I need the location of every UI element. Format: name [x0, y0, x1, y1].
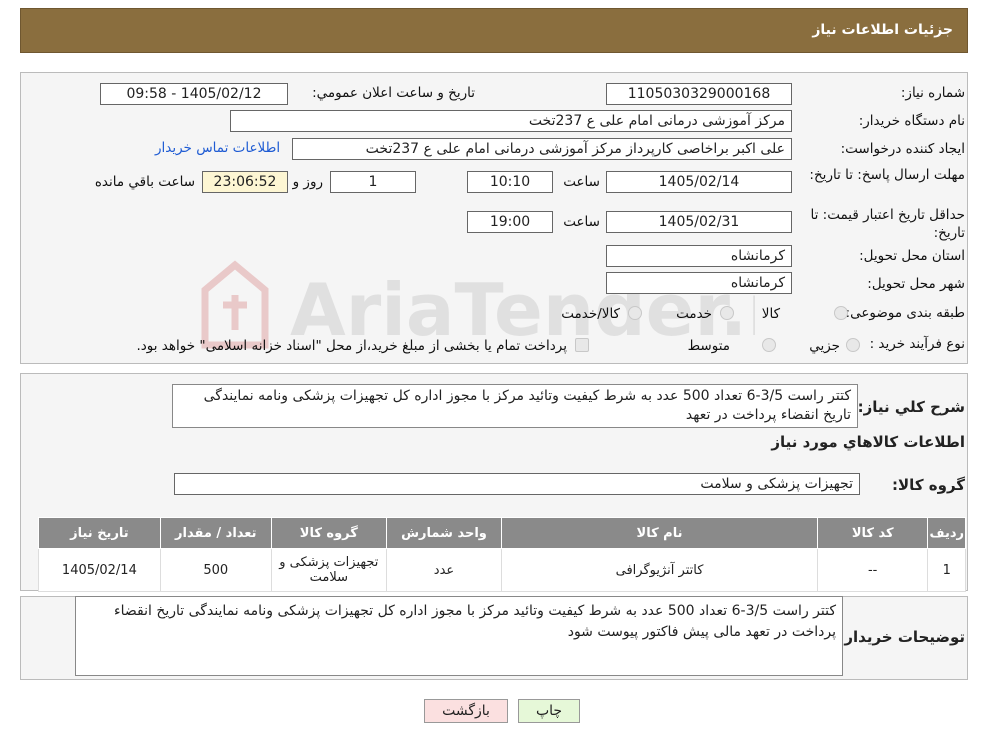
reply-deadline-label: مهلت ارسال پاسخ: تا تاريخ: — [795, 165, 965, 185]
city-label: شهر محل تحويل: — [867, 276, 965, 292]
need-number-field: 1105030329000168 — [606, 83, 792, 105]
cell-group: تجهیزات پزشکی و سلامت — [270, 548, 387, 592]
goods-group-label: گروه کالا: — [892, 476, 965, 494]
announce-field: 1405/02/12 - 09:58 — [100, 83, 288, 105]
price-date-field: 1405/02/31 — [606, 211, 792, 233]
cell-date: 1405/02/14 — [38, 548, 161, 592]
purchase-radio-minor[interactable] — [846, 338, 860, 352]
print-button[interactable]: چاپ — [518, 699, 580, 723]
col-date: تاريخ نياز — [38, 517, 161, 549]
city-field: کرمانشاه — [606, 272, 792, 294]
purchase-note: پرداخت تمام يا بخشی از مبلغ خريد،از محل … — [136, 338, 567, 354]
remaining-label: ساعت باقي مانده — [94, 174, 195, 190]
category-radio-service[interactable] — [720, 306, 734, 320]
col-unit: واحد شمارش — [385, 517, 503, 549]
announce-label: تاریخ و ساعت اعلان عمومي: — [312, 85, 475, 101]
description-text: کتتر راست 3/5-6 تعداد 500 عدد به شرط کیف… — [172, 384, 858, 428]
creator-field: علی اکبر براخاصی کارپرداز مرکز آموزشی در… — [292, 138, 792, 160]
description-label: شرح کلي نياز: — [857, 398, 965, 416]
province-field: کرمانشاه — [606, 245, 792, 267]
purchase-option-medium: متوسط — [687, 338, 730, 354]
contact-buyer-link[interactable]: اطلاعات تماس خريدار — [155, 140, 280, 156]
category-radio-goods-service[interactable] — [628, 306, 642, 320]
table-header-row: رديف کد کالا نام کالا واحد شمارش گروه کا… — [38, 517, 966, 549]
price-validity-label: حداقل تاريخ اعتبار قيمت: تا تاريخ: — [795, 206, 965, 242]
reply-deadline-label-text: مهلت ارسال پاسخ: تا تاريخ: — [809, 167, 965, 183]
cell-name: کاتتر آنژیوگرافی — [501, 548, 818, 592]
category-option-goods: کالا — [761, 306, 780, 322]
days-label: روز و — [292, 174, 323, 190]
reply-time-label: ساعت — [563, 174, 600, 190]
days-field: 1 — [330, 171, 416, 193]
back-button[interactable]: بازگشت — [424, 699, 508, 723]
remaining-time-field: 23:06:52 — [202, 171, 288, 193]
col-row: رديف — [927, 517, 966, 549]
category-option-service: خدمت — [676, 306, 712, 322]
col-group: گروه کالا — [270, 517, 387, 549]
col-name: نام کالا — [501, 517, 818, 549]
reply-time-field: 10:10 — [467, 171, 553, 193]
cell-code: -- — [816, 548, 929, 592]
buyer-notes-text: کتتر راست 3/5-6 تعداد 500 عدد به شرط کیف… — [75, 596, 843, 676]
need-number-label: شماره نیاز: — [900, 85, 965, 101]
reply-date-field: 1405/02/14 — [606, 171, 792, 193]
goods-group-field: تجهیزات پزشکی و سلامت — [174, 473, 860, 495]
price-time-label: ساعت — [563, 214, 600, 230]
purchase-type-label: نوع فرآيند خريد : — [869, 336, 965, 352]
buyer-org-field: مرکز آموزشی درمانی امام علی ع 237تخت — [230, 110, 792, 132]
buyer-notes-label: توضيحات خريدار: — [838, 628, 965, 646]
page-title: جزئیات اطلاعات نیاز — [812, 22, 953, 38]
cell-unit: عدد — [385, 548, 503, 592]
goods-table: رديف کد کالا نام کالا واحد شمارش گروه کا… — [38, 517, 966, 592]
category-label: طبقه بندی موضوعی: — [845, 305, 965, 321]
table-row: 1 -- کاتتر آنژیوگرافی عدد تجهیزات پزشکی … — [38, 548, 966, 592]
purchase-note-checkbox[interactable] — [575, 338, 589, 352]
buyer-org-label: نام دستگاه خريدار: — [858, 113, 965, 129]
cell-qty: 500 — [159, 548, 272, 592]
category-option-goods-service: کالا/خدمت — [561, 306, 620, 322]
price-time-field: 19:00 — [467, 211, 553, 233]
goods-section-title: اطلاعات کالاهاي مورد نياز — [771, 433, 965, 451]
page-header: جزئیات اطلاعات نیاز — [20, 8, 968, 53]
cell-row: 1 — [927, 548, 966, 592]
creator-label: ايجاد کننده درخواست: — [840, 141, 965, 157]
purchase-option-minor: جزيي — [809, 338, 840, 354]
price-validity-label-text: حداقل تاريخ اعتبار قيمت: تا تاريخ: — [810, 207, 965, 241]
category-radio-goods[interactable] — [834, 306, 848, 320]
col-code: کد کالا — [816, 517, 929, 549]
province-label: استان محل تحويل: — [859, 248, 965, 264]
col-qty: تعداد / مقدار — [159, 517, 272, 549]
purchase-radio-medium[interactable] — [762, 338, 776, 352]
